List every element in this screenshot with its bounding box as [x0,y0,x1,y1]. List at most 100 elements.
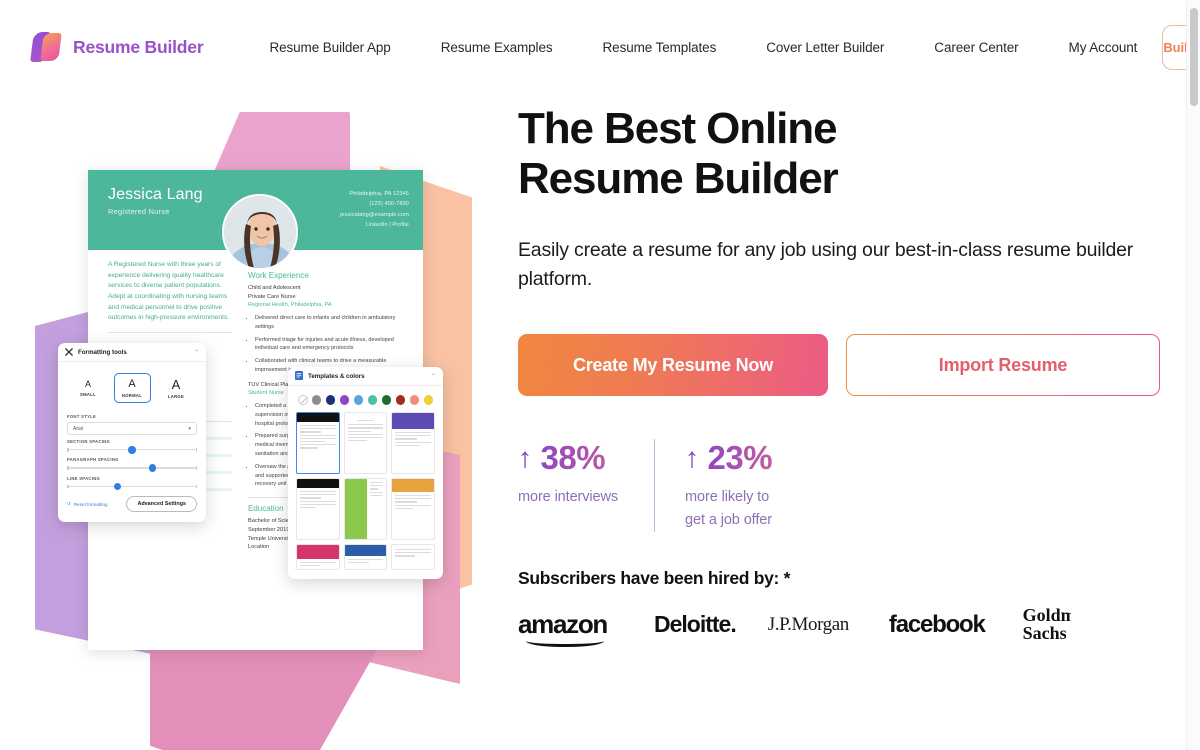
template-thumbnail[interactable] [343,412,388,474]
bullet: Performed triage for injuries and acute … [255,336,409,354]
stat-value-wrap: ↑ 38% [518,439,618,477]
nav-item-career-center[interactable]: Career Center [909,40,1043,55]
font-size-large-label: LARGE [167,393,185,399]
brand-logo[interactable]: Resume Builder [30,32,204,62]
line-spacing-label: LINE SPACING [67,475,101,481]
page-title: The Best Online Resume Builder [518,104,1163,204]
arrow-up-icon: ↑ [685,442,699,474]
section-spacing-label: SECTION SPACING [67,439,111,444]
slider-knob[interactable] [128,446,136,454]
font-size-normal-button[interactable]: A NORMAL [113,373,151,403]
chevron-up-icon[interactable]: ⌃ [194,349,199,356]
swatch-salmon[interactable] [409,395,420,405]
font-size-large-button[interactable]: A LARGE [158,373,195,403]
reset-formatting-button[interactable]: ↺ Reset formatting [67,501,108,507]
nav-item-resume-templates[interactable]: Resume Templates [578,40,742,55]
job1-employer: Regional Health, Philadelphia, PA [248,302,332,309]
site-header: Resume Builder Resume Builder App Resume… [0,0,1200,94]
templates-panel-title: Templates & colors [308,372,365,380]
goldman-sachs-logo: GoldmanSachs [1022,607,1071,642]
job1-title: Child and Adolescent [248,285,301,291]
swatch-blue[interactable] [353,395,364,405]
nav-item-cover-letter-builder[interactable]: Cover Letter Builder [741,40,909,55]
font-size-normal-label: NORMAL [121,392,143,398]
resume-contact: Philadelphia, PA 12345 (123) 450-7890 je… [340,189,409,230]
formatting-tools-icon [65,343,73,361]
hero-title-line1: The Best Online [518,104,838,153]
slider-knob[interactable] [148,464,157,472]
hero-content: The Best Online Resume Builder Easily cr… [518,104,1163,647]
stat-description: more likely to get a job offer [685,489,772,529]
resume-header: Jessica Lang Registered Nurse Philadelph… [88,170,423,270]
stat-value-wrap: ↑ 23% [685,439,772,477]
template-thumbnail[interactable] [343,544,388,570]
scrollbar-thumb[interactable] [1190,8,1198,106]
document-icon [295,367,303,385]
main-nav: Resume Builder App Resume Examples Resum… [269,40,1162,55]
nav-item-my-account[interactable]: My Account [1044,40,1163,55]
font-size-small-button[interactable]: A SMALL [70,373,107,403]
social-proof-heading: Subscribers have been hired by: * [518,568,791,589]
hero-subtitle: Easily create a resume for any job using… [518,239,1134,291]
stat-value: 23% [707,439,773,477]
undo-icon: ↺ [67,501,71,507]
paragraph-spacing-label: PARAGRAPH SPACING [67,457,119,463]
resume-builder-logo-icon [30,32,64,62]
page-scrollbar[interactable] [1186,0,1200,750]
paragraph-spacing-slider[interactable]: PARAGRAPH SPACING [58,457,206,472]
templates-panel-header[interactable]: Templates & colors ⌃ [288,367,443,386]
job1-subtitle: Private Care Nurse [248,293,296,300]
stat-description: more interviews [518,489,619,506]
chevron-up-icon[interactable]: ⌃ [431,373,436,380]
stat-value: 38% [540,439,606,477]
stats-row: ↑ 38% more interviews ↑ 23% more likely … [518,439,1163,533]
template-thumbnail[interactable] [296,544,340,570]
line-spacing-slider[interactable]: LINE SPACING [58,475,206,491]
letter-a-icon: A [128,377,136,390]
font-size-selector: A SMALL A NORMAL A LARGE [58,362,206,410]
font-style-select[interactable]: Arial ▾ [67,422,197,435]
advanced-settings-button[interactable]: Advanced Settings [126,496,197,513]
import-resume-button[interactable]: Import Resume [846,334,1160,396]
formatting-panel-footer: ↺ Reset formatting Advanced Settings [58,487,206,522]
hero-illustration: Jessica Lang Registered Nurse Philadelph… [0,94,500,750]
formatting-panel-header[interactable]: Formatting tools ⌃ [58,343,206,362]
template-thumbnail[interactable] [296,478,340,540]
template-thumbnail[interactable] [391,544,435,570]
chevron-down-icon: ▾ [188,425,191,432]
resume-summary: A Registered Nurse with three years of e… [108,261,229,322]
swatch-teal[interactable] [367,395,378,405]
job1-bullets: Delivered direct care to infants and chi… [255,314,409,375]
slider-track[interactable] [67,482,197,491]
template-thumbnail[interactable] [343,478,388,540]
swatch-purple[interactable] [339,395,350,405]
nav-item-resume-builder-app[interactable]: Resume Builder App [269,40,415,55]
reset-formatting-label: Reset formatting [73,501,108,507]
swatch-none[interactable] [298,395,308,405]
template-thumbnail[interactable] [391,412,435,474]
resume-avatar [222,194,298,270]
resume-contact-address: Philadelphia, PA 12345 [349,191,409,197]
resume-contact-links: LinkedIn | Profile [365,222,409,229]
nav-item-resume-examples[interactable]: Resume Examples [416,40,578,55]
swatch-dark-red[interactable] [395,395,406,405]
template-thumbnail[interactable] [391,478,435,540]
template-grid [288,412,443,579]
swatch-green[interactable] [381,395,392,405]
create-my-resume-now-button[interactable]: Create My Resume Now [518,334,828,397]
templates-and-colors-panel[interactable]: Templates & colors ⌃ [288,367,443,579]
formatting-tools-panel[interactable]: Formatting tools ⌃ A SMALL A NORMAL A LA… [58,343,206,523]
font-style-value: Arial [73,425,84,432]
template-thumbnail[interactable] [296,412,340,474]
bullet: Delivered direct care to infants and chi… [255,314,409,332]
slider-track[interactable] [67,446,197,454]
swatch-gray[interactable] [312,395,322,405]
resume-contact-email: jessicalang@example.com [340,211,409,218]
amazon-logo: amazon [518,609,622,647]
letter-a-icon: A [171,376,181,392]
swatch-yellow[interactable] [423,395,433,405]
swatch-navy[interactable] [325,395,336,405]
resume-contact-phone: (123) 450-7890 [369,201,409,208]
section-spacing-slider[interactable]: SECTION SPACING [58,439,206,454]
slider-track[interactable] [67,464,197,472]
